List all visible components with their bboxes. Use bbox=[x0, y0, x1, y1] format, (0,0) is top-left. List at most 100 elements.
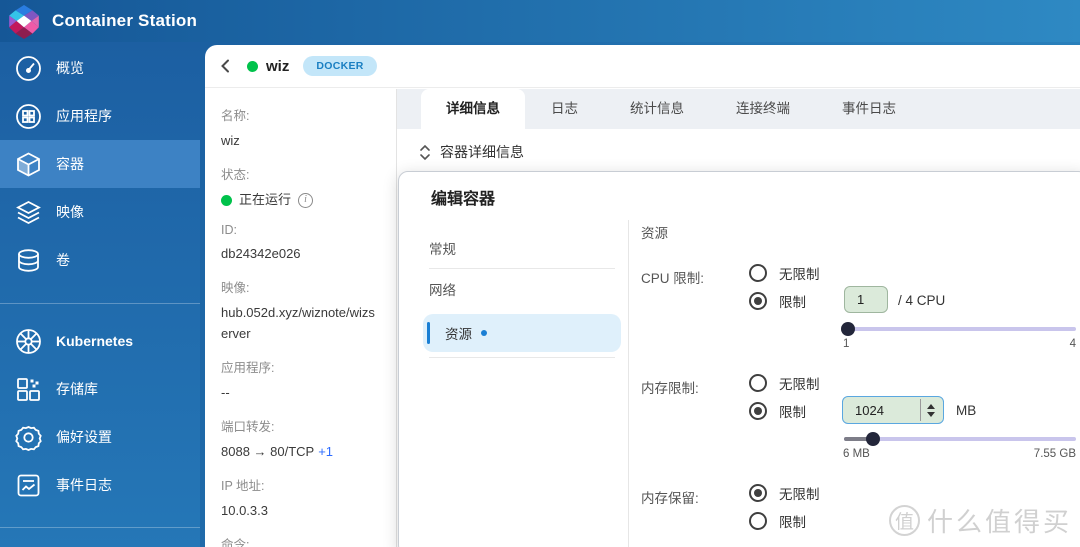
sidebar-item-preferences[interactable]: 偏好设置 bbox=[0, 413, 200, 461]
radio-selected-icon[interactable] bbox=[749, 292, 767, 310]
gear-icon bbox=[15, 425, 42, 451]
tab-bar: 详细信息 日志 统计信息 连接终端 事件日志 bbox=[397, 89, 1080, 129]
ip-value: 10.0.3.3 bbox=[221, 502, 268, 518]
smzdm-watermark: 值 什么值得买 bbox=[888, 502, 1072, 539]
container-details-panel: 名称: wiz 状态: 正在运行 i ID: db24342e026 映像: h… bbox=[205, 89, 397, 547]
section-header: 容器详细信息 bbox=[397, 129, 1080, 162]
radio-unselected-icon[interactable] bbox=[749, 264, 767, 282]
ports-label: 端口转发: bbox=[221, 419, 275, 434]
container-cube-icon bbox=[17, 151, 40, 177]
tab-statistics[interactable]: 统计信息 bbox=[604, 89, 710, 129]
active-indicator-bar bbox=[427, 322, 430, 344]
step-down-icon[interactable] bbox=[927, 411, 935, 417]
watermark-circle: 值 bbox=[888, 505, 920, 536]
sidebar-item-volumes[interactable]: 卷 bbox=[0, 236, 200, 284]
image-label: 映像: bbox=[221, 281, 250, 296]
tab-terminal[interactable]: 连接终端 bbox=[710, 89, 816, 129]
gauge-icon bbox=[16, 55, 41, 81]
sidebar-item-overview[interactable]: 概览 bbox=[0, 44, 200, 92]
sidebar-divider bbox=[0, 527, 200, 528]
cpu-min-tick: 1 bbox=[843, 338, 850, 350]
registry-icon bbox=[17, 377, 40, 401]
tab-logs[interactable]: 日志 bbox=[525, 89, 604, 129]
ports-more-link[interactable]: +1 bbox=[318, 444, 333, 459]
status-dot bbox=[247, 60, 258, 72]
container-header: wiz DOCKER bbox=[205, 45, 1080, 88]
cpu-limit-label: CPU 限制: bbox=[641, 271, 705, 286]
slider-thumb[interactable] bbox=[841, 322, 855, 336]
kubernetes-helm-icon bbox=[16, 328, 41, 354]
ports-value-row: 8088 → 80/TCP +1 bbox=[221, 442, 382, 462]
back-chevron-icon[interactable] bbox=[217, 57, 235, 75]
sidebar: 概览 应用程序 容器 映像 卷 Kubernetes 存储库 偏好设置 事件日志 bbox=[0, 42, 200, 547]
status-value: 正在运行 bbox=[239, 192, 292, 208]
name-label: 名称: bbox=[221, 109, 250, 123]
reservation-unlimited-option[interactable]: 无限制 bbox=[749, 483, 820, 503]
sidebar-item-applications[interactable]: 应用程序 bbox=[0, 92, 200, 140]
main-panel: wiz DOCKER 名称: wiz 状态: 正在运行 i ID: db2434… bbox=[205, 45, 1080, 547]
sidebar-item-registries[interactable]: 存储库 bbox=[0, 365, 200, 413]
apps-grid-icon bbox=[16, 103, 41, 129]
divider bbox=[429, 357, 615, 358]
id-value: db24342e026 bbox=[221, 246, 301, 262]
application-value: -- bbox=[221, 384, 230, 400]
memory-limited-option[interactable]: 限制 bbox=[749, 401, 806, 421]
collapse-expand-icon[interactable] bbox=[419, 144, 431, 161]
modal-nav-network[interactable]: 网络 bbox=[423, 269, 621, 309]
docker-badge: DOCKER bbox=[303, 56, 377, 76]
container-content: 详细信息 日志 统计信息 连接终端 事件日志 容器详细信息 编辑容器 常规 网络 bbox=[397, 89, 1080, 547]
reservation-limited-option[interactable]: 限制 bbox=[749, 511, 806, 531]
modal-nav: 常规 网络 资源 bbox=[423, 228, 621, 358]
cpu-limited-option[interactable]: 限制 bbox=[749, 291, 806, 311]
ports-value: 8088 → 80/TCP bbox=[221, 443, 315, 459]
cpu-limit-input[interactable] bbox=[844, 286, 888, 313]
tab-details[interactable]: 详细信息 bbox=[421, 89, 525, 129]
volume-database-icon bbox=[18, 248, 39, 272]
running-dot bbox=[221, 194, 232, 206]
tab-event-logs[interactable]: 事件日志 bbox=[816, 89, 922, 129]
modified-dot bbox=[481, 330, 487, 336]
info-icon[interactable]: i bbox=[298, 192, 314, 208]
application-label: 应用程序: bbox=[221, 360, 275, 375]
cpu-limit-slider[interactable] bbox=[841, 322, 1076, 336]
ip-label: IP 地址: bbox=[221, 478, 265, 493]
memory-unit: MB bbox=[956, 403, 977, 418]
sidebar-item-containers[interactable]: 容器 bbox=[0, 140, 200, 188]
sidebar-divider bbox=[0, 303, 200, 304]
radio-selected-icon[interactable] bbox=[749, 484, 767, 502]
radio-unselected-icon[interactable] bbox=[749, 512, 767, 530]
modal-nav-general[interactable]: 常规 bbox=[423, 228, 621, 268]
id-label: ID: bbox=[221, 223, 237, 238]
memory-max-tick: 7.55 GB bbox=[1033, 448, 1076, 460]
container-name: wiz bbox=[266, 57, 290, 75]
sidebar-item-images[interactable]: 映像 bbox=[0, 188, 200, 236]
status-value-row: 正在运行 i bbox=[221, 190, 382, 210]
image-value: hub.052d.xyz/wiznote/wizserver bbox=[221, 305, 375, 341]
watermark-text: 什么值得买 bbox=[926, 507, 1072, 537]
slider-thumb[interactable] bbox=[866, 432, 880, 446]
edit-container-modal: 编辑容器 常规 网络 资源 资源 CPU 限制: 无限制 限制 1 / 4 CP… bbox=[398, 171, 1080, 547]
section-title: 容器详细信息 bbox=[440, 144, 524, 160]
sidebar-item-event-logs[interactable]: 事件日志 bbox=[0, 461, 200, 509]
memory-reservation-label: 内存保留: bbox=[641, 491, 699, 506]
modal-nav-resources[interactable]: 资源 bbox=[423, 314, 621, 352]
cpu-suffix: / 4 CPU bbox=[898, 293, 946, 308]
resources-heading: 资源 bbox=[641, 226, 668, 241]
command-label: 命令: bbox=[221, 538, 250, 547]
event-log-icon bbox=[17, 474, 40, 496]
step-up-icon[interactable] bbox=[927, 403, 935, 409]
radio-unselected-icon[interactable] bbox=[749, 374, 767, 392]
layers-icon bbox=[16, 200, 41, 224]
divider bbox=[628, 220, 629, 547]
memory-limit-slider[interactable] bbox=[844, 432, 1076, 446]
cpu-max-tick: 4 bbox=[1069, 338, 1076, 350]
sidebar-item-kubernetes[interactable]: Kubernetes bbox=[0, 317, 200, 365]
memory-limit-label: 内存限制: bbox=[641, 381, 699, 396]
top-bar: Container Station bbox=[0, 0, 1080, 42]
cpu-unlimited-option[interactable]: 无限制 bbox=[749, 263, 820, 283]
app-title: Container Station bbox=[52, 11, 198, 30]
radio-selected-icon[interactable] bbox=[749, 402, 767, 420]
name-value: wiz bbox=[221, 133, 240, 148]
stepper-icon[interactable] bbox=[920, 399, 941, 421]
memory-unlimited-option[interactable]: 无限制 bbox=[749, 373, 820, 393]
